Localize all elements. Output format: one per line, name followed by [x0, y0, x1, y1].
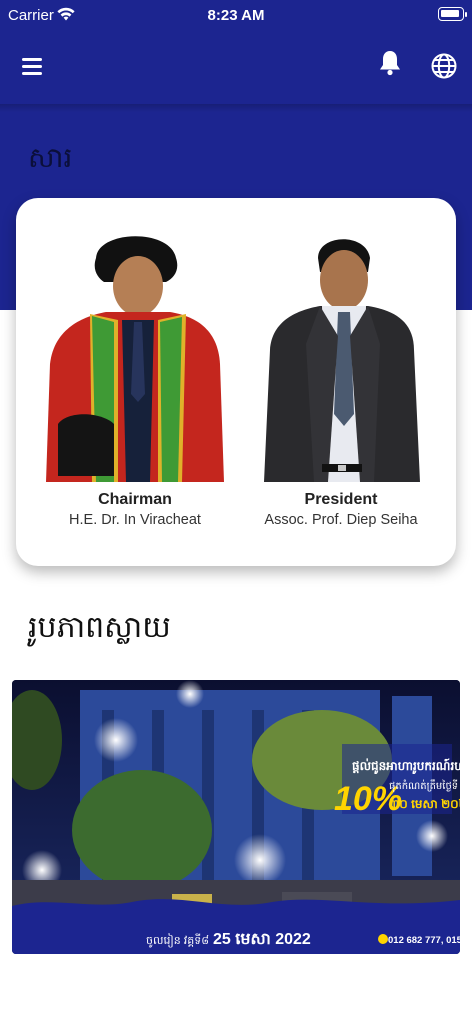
banner-deadline-label: ផុតកំណត់ត្រឹមថ្ងៃទី — [389, 781, 459, 792]
promo-banner-slide[interactable]: ផ្តល់ជូនអាហារូបករណ៍រហូតដល់ 10% ផុតកំណត់ត… — [12, 680, 460, 954]
president-name: Assoc. Prof. Diep Seiha — [264, 512, 418, 528]
message-section-title: សារ — [28, 141, 73, 174]
status-time: 8:23 AM — [207, 7, 265, 24]
chairman-name: H.E. Dr. In Viracheat — [69, 512, 201, 528]
battery-icon — [438, 7, 467, 21]
menu-button[interactable] — [20, 54, 46, 80]
status-bar: Carrier 8:23 AM — [0, 0, 472, 30]
banner-start-date: ចូលរៀន វគ្គទី៨ 25 មេសា 2022 — [146, 928, 311, 952]
header-divider — [0, 104, 472, 112]
president-role: President — [304, 491, 378, 508]
chairman-portrait — [46, 224, 224, 482]
banner-deadline-date: ៣០ មេសា ២០២២ — [389, 797, 460, 811]
chairman-role: Chairman — [98, 491, 172, 508]
bell-icon[interactable] — [376, 48, 404, 78]
banner-date-prefix: ចូលរៀន វគ្គទី៨ — [146, 935, 209, 947]
banner-phone: 012 682 777, 015 — [388, 935, 460, 946]
banner-date-value: 25 មេសា 2022 — [213, 931, 311, 948]
gallery-section-title: រូបភាពស្លាយ — [28, 610, 171, 645]
leaders-card: Chairman H.E. Dr. In Viracheat President… — [16, 198, 456, 566]
banner-promo-headline: ផ្តល់ជូនអាហារូបករណ៍រហូតដល់ — [352, 759, 460, 773]
globe-icon[interactable] — [430, 52, 458, 80]
president-portrait — [262, 224, 420, 482]
